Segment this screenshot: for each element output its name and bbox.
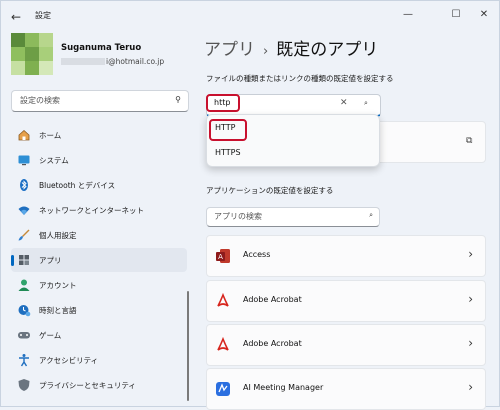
app-name: AI Meeting Manager: [243, 383, 324, 392]
time-language-icon: [18, 305, 31, 317]
sidebar-item-gaming[interactable]: ゲーム: [11, 323, 187, 347]
accessibility-icon: [19, 354, 29, 367]
highlight-box: [209, 119, 247, 141]
clear-icon[interactable]: ✕: [340, 98, 348, 108]
svg-text:A: A: [218, 253, 223, 261]
app-name: Adobe Acrobat: [243, 339, 302, 348]
sidebar-item-personalization[interactable]: 個人用設定: [11, 223, 187, 247]
selection-indicator: [11, 255, 14, 266]
sidebar-item-label: Bluetooth とデバイス: [39, 181, 116, 190]
sidebar-item-accounts[interactable]: アカウント: [11, 273, 187, 297]
chevron-right-icon: ›: [468, 292, 473, 306]
sidebar-item-label: プライバシーとセキュリティ: [39, 381, 136, 390]
avatar[interactable]: [11, 33, 53, 75]
app-item-adobe-acrobat[interactable]: Adobe Acrobat ›: [206, 324, 486, 366]
file-types-label: ファイルの種類またはリンクの種類の既定値を設定する: [206, 74, 394, 83]
bluetooth-icon: [20, 179, 28, 191]
maximize-button[interactable]: ☐: [444, 7, 468, 23]
system-icon: [18, 155, 30, 166]
sidebar-item-label: アクセシビリティ: [39, 356, 99, 365]
breadcrumb-parent[interactable]: アプリ: [204, 40, 255, 60]
sidebar-item-label: システム: [39, 156, 69, 165]
app-item-access[interactable]: A Access ›: [206, 235, 486, 277]
user-name: Suganuma Teruo: [61, 43, 142, 53]
acrobat-icon: [217, 337, 229, 351]
sidebar-item-system[interactable]: システム: [11, 148, 187, 172]
network-icon: [18, 206, 30, 215]
breadcrumb-separator: ›: [263, 44, 269, 59]
window-title: 設定: [35, 11, 51, 20]
apps-icon: [19, 255, 29, 265]
sidebar-item-label: アプリ: [39, 256, 62, 265]
search-icon[interactable]: ⌕: [364, 99, 368, 108]
back-arrow-icon[interactable]: ←: [11, 10, 25, 24]
page-title: 既定のアプリ: [276, 40, 379, 60]
search-icon: ⚲: [175, 95, 181, 104]
sidebar-item-time-language[interactable]: 時刻と言語: [11, 298, 187, 322]
settings-search-placeholder: 設定の検索: [20, 96, 60, 105]
sidebar-item-network[interactable]: ネットワークとインターネット: [11, 198, 187, 222]
settings-search-input[interactable]: 設定の検索 ⚲: [11, 90, 189, 112]
sidebar-item-label: ネットワークとインターネット: [39, 206, 144, 215]
home-icon: [18, 129, 30, 141]
title-bar: ← 設定 — ☐ ✕: [1, 1, 499, 33]
sidebar-item-label: ゲーム: [39, 331, 62, 340]
sidebar-item-apps[interactable]: アプリ: [11, 248, 187, 272]
apps-label: アプリケーションの既定値を設定する: [206, 186, 334, 195]
privacy-icon: [18, 379, 30, 391]
sidebar-scrollbar[interactable]: [187, 291, 189, 401]
external-link-icon[interactable]: ⧉: [466, 136, 472, 146]
ai-meeting-manager-icon: [216, 382, 230, 396]
search-icon: ⌕: [369, 211, 373, 219]
email-redaction: [61, 58, 105, 65]
app-item-ai-meeting-manager[interactable]: AI Meeting Manager ›: [206, 368, 486, 410]
app-name: Access: [243, 250, 271, 259]
sidebar-item-label: 時刻と言語: [39, 306, 77, 315]
user-email-text: i@hotmail.co.jp: [106, 57, 165, 66]
app-item-adobe-acrobat[interactable]: Adobe Acrobat ›: [206, 280, 486, 322]
minimize-button[interactable]: —: [396, 7, 420, 23]
chevron-right-icon: ›: [468, 247, 473, 261]
sidebar-item-privacy[interactable]: プライバシーとセキュリティ: [11, 373, 187, 397]
highlight-box: [206, 94, 240, 112]
sidebar-item-label: 個人用設定: [39, 231, 77, 240]
sidebar-item-bluetooth[interactable]: Bluetooth とデバイス: [11, 173, 187, 197]
close-button[interactable]: ✕: [472, 7, 496, 23]
personalization-icon: [18, 229, 30, 241]
settings-window: ← 設定 — ☐ ✕ Suganuma Teruo i@hotmail.co.j…: [0, 0, 500, 410]
acrobat-icon: [217, 293, 229, 307]
sidebar-item-home[interactable]: ホーム: [11, 123, 187, 147]
chevron-right-icon: ›: [468, 336, 473, 350]
app-search-input[interactable]: アプリの検索 ⌕: [206, 207, 380, 227]
sidebar-item-accessibility[interactable]: アクセシビリティ: [11, 348, 187, 372]
app-search-placeholder: アプリの検索: [214, 212, 262, 221]
chevron-right-icon: ›: [468, 380, 473, 394]
sidebar-item-label: アカウント: [39, 281, 77, 290]
access-icon: A: [216, 249, 230, 263]
user-email: i@hotmail.co.jp: [61, 57, 164, 66]
sidebar-item-label: ホーム: [39, 131, 62, 140]
breadcrumb: アプリ › 既定のアプリ: [204, 35, 378, 60]
account-icon: [18, 279, 30, 291]
suggestion-https[interactable]: HTTPS: [215, 148, 241, 157]
app-name: Adobe Acrobat: [243, 295, 302, 304]
gaming-icon: [18, 332, 30, 339]
